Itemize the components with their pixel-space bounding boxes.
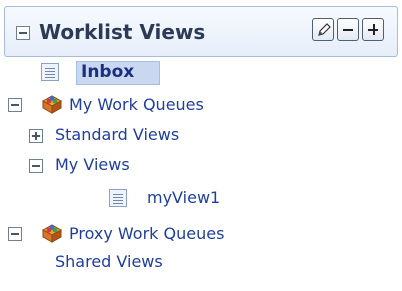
tree-node-shared-views[interactable]: Shared Views (55, 252, 163, 272)
pencil-icon (318, 23, 331, 36)
collapse-minus-icon[interactable] (8, 227, 22, 241)
work-queue-icon (41, 224, 63, 243)
tree-node-my-work-queues[interactable]: My Work Queues (69, 95, 204, 115)
panel-title: Worklist Views (39, 20, 206, 44)
panel-header: Worklist Views (4, 6, 398, 57)
collapse-minus-icon[interactable] (29, 159, 43, 173)
add-view-button[interactable] (362, 18, 384, 41)
remove-view-button[interactable] (337, 18, 359, 41)
tree-node-proxy-work-queues[interactable]: Proxy Work Queues (69, 224, 224, 244)
tree-node-inbox[interactable]: Inbox (81, 62, 134, 82)
view-list-icon (109, 189, 127, 207)
work-queue-icon (41, 95, 63, 114)
collapse-minus-icon[interactable] (8, 98, 22, 112)
expand-plus-icon[interactable] (29, 129, 43, 143)
tree-node-myview1[interactable]: myView1 (147, 188, 220, 208)
worklist-views-panel: Worklist Views Inbox My Work Queues Stan… (0, 0, 402, 291)
edit-view-button[interactable] (312, 18, 334, 41)
tree-node-my-views[interactable]: My Views (55, 155, 130, 175)
tree-node-standard-views[interactable]: Standard Views (55, 125, 179, 145)
view-list-icon (41, 63, 59, 81)
collapse-minus-icon[interactable] (16, 26, 30, 40)
